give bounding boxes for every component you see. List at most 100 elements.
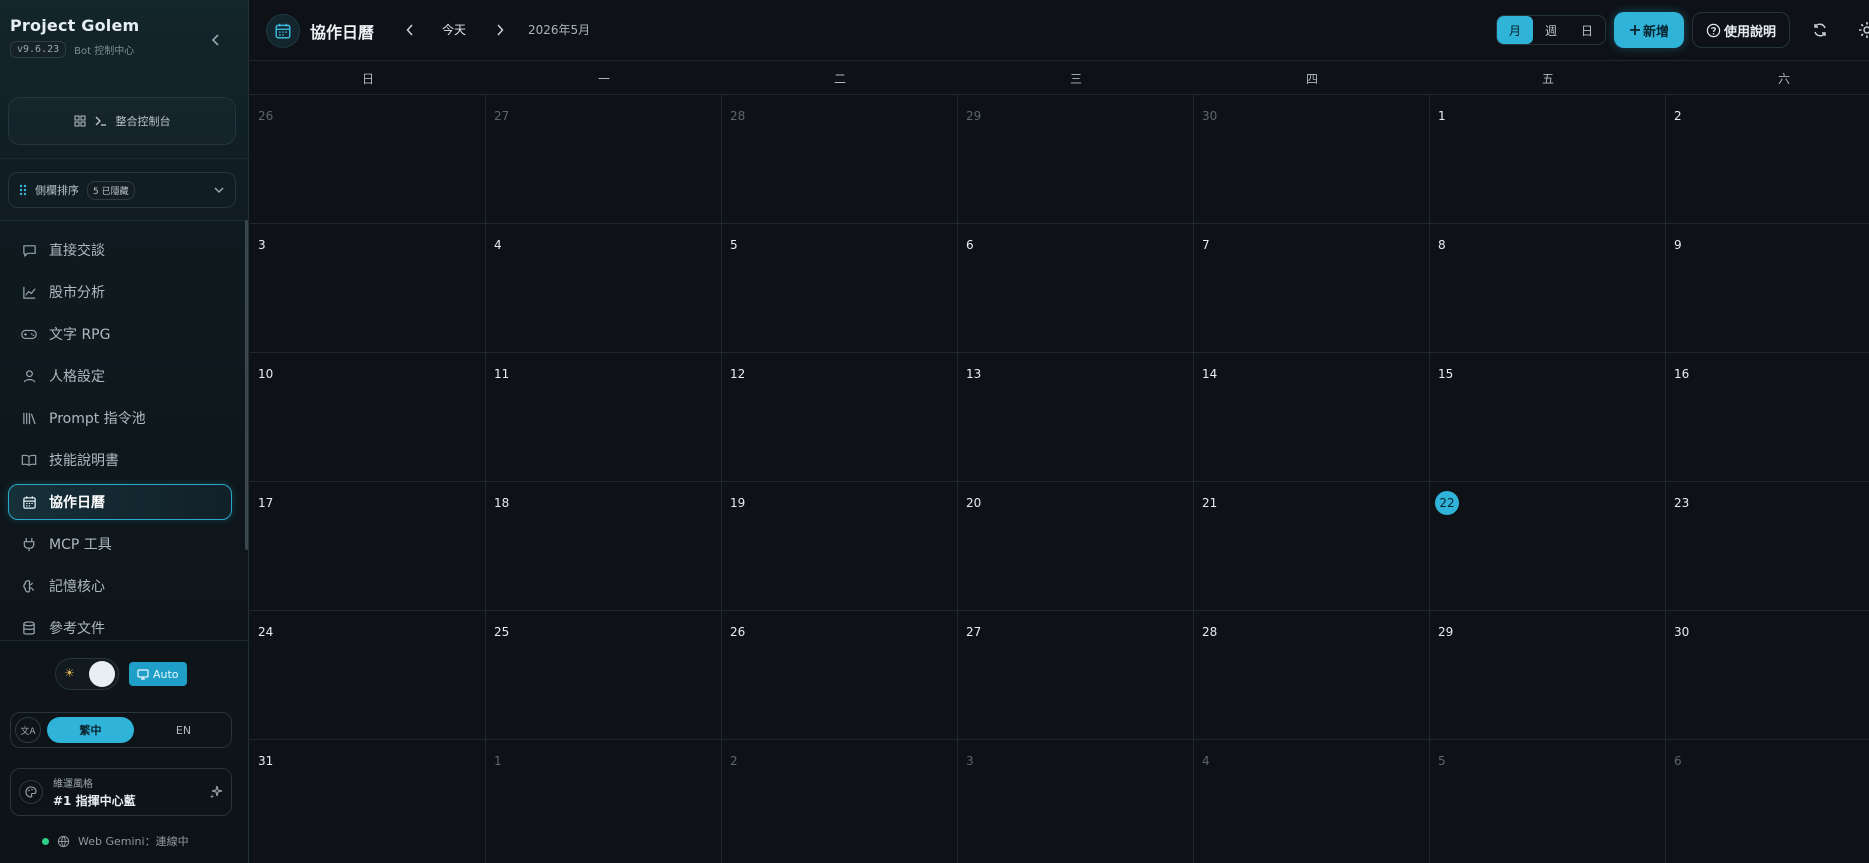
day-number: 21 — [1202, 496, 1218, 510]
day-cell[interactable]: 25 — [486, 611, 722, 740]
day-cell[interactable]: 21 — [1194, 482, 1430, 611]
gamepad-icon — [21, 326, 37, 342]
day-number: 30 — [1674, 625, 1690, 639]
ops-style-selector[interactable]: 維運風格 #1 指揮中心藍 — [10, 768, 232, 816]
day-number: 6 — [1674, 754, 1682, 768]
view-switch: 月 週 日 — [1496, 15, 1606, 45]
day-cell[interactable]: 17 — [250, 482, 486, 611]
prev-month-button[interactable] — [402, 20, 418, 40]
view-week-button[interactable]: 週 — [1533, 16, 1569, 44]
day-number: 29 — [966, 109, 982, 123]
day-cell[interactable]: 15 — [1430, 353, 1666, 482]
refresh-button[interactable] — [1810, 20, 1830, 40]
day-cell[interactable]: 29 — [1430, 611, 1666, 740]
view-day-button[interactable]: 日 — [1569, 16, 1605, 44]
day-cell[interactable]: 20 — [958, 482, 1194, 611]
day-cell[interactable]: 8 — [1430, 224, 1666, 353]
library-icon — [21, 410, 37, 426]
sidebar-item-prompt[interactable]: Prompt 指令池 — [8, 400, 232, 436]
sidebar-item-memory[interactable]: 記憶核心 — [8, 568, 232, 604]
help-circle-icon — [1706, 23, 1721, 37]
add-event-button[interactable]: 新增 — [1614, 12, 1684, 48]
sidebar-item-mcp[interactable]: MCP 工具 — [8, 526, 232, 562]
day-cell[interactable]: 2 — [722, 740, 958, 863]
day-cell[interactable]: 16 — [1666, 353, 1869, 482]
theme-auto-button[interactable]: Auto — [129, 662, 187, 686]
day-cell[interactable]: 11 — [486, 353, 722, 482]
sidebar-scrollbar[interactable] — [245, 220, 248, 550]
sidebar-item-persona[interactable]: 人格設定 — [8, 358, 232, 394]
next-month-button[interactable] — [492, 20, 508, 40]
today-button[interactable]: 今天 — [442, 21, 466, 38]
day-number: 28 — [730, 109, 746, 123]
brand: Project Golem v9.6.23 Bot 控制中心 — [10, 16, 139, 58]
day-cell[interactable]: 28 — [722, 95, 958, 224]
day-number: 23 — [1674, 496, 1690, 510]
lang-option-en[interactable]: EN — [140, 717, 227, 743]
divider — [0, 640, 249, 641]
theme-toggle[interactable]: ☀ — [55, 658, 119, 690]
day-number: 3 — [258, 238, 266, 252]
day-cell[interactable]: 18 — [486, 482, 722, 611]
day-number: 28 — [1202, 625, 1218, 639]
sidebar-order-toggle[interactable]: 側欄排序 5 已隱藏 — [8, 172, 236, 208]
calendar-toolbar: 協作日曆 今天 2026年5月 月 週 日 新增 使用說明 — [250, 0, 1869, 61]
day-cell[interactable]: 1 — [1430, 95, 1666, 224]
day-cell[interactable]: 12 — [722, 353, 958, 482]
weekday-label: 四 — [1305, 71, 1318, 86]
settings-button[interactable] — [1857, 20, 1869, 40]
day-number: 5 — [730, 238, 738, 252]
sidebar-item-label: 協作日曆 — [49, 495, 105, 511]
day-cell[interactable]: 26 — [250, 95, 486, 224]
day-cell[interactable]: 6 — [1666, 740, 1869, 863]
sidebar-item-chat[interactable]: 直接交談 — [8, 232, 232, 268]
book-icon — [21, 452, 37, 468]
day-cell[interactable]: 2 — [1666, 95, 1869, 224]
sidebar-item-calendar[interactable]: 協作日曆 — [8, 484, 232, 520]
month-grid: 26 27 28 29 30 1 2 3 4 5 6 7 8 9 10 11 12 13 14 15 16 17 18 19 2… — [250, 95, 1869, 863]
weekday-label: 六 — [1777, 71, 1790, 86]
day-cell[interactable]: 19 — [722, 482, 958, 611]
day-cell[interactable]: 6 — [958, 224, 1194, 353]
console-button[interactable]: 整合控制台 — [8, 97, 236, 145]
day-cell[interactable]: 7 — [1194, 224, 1430, 353]
day-cell[interactable]: 13 — [958, 353, 1194, 482]
day-cell[interactable]: 3 — [250, 224, 486, 353]
day-number: 2 — [1674, 109, 1682, 123]
day-cell[interactable]: 30 — [1194, 95, 1430, 224]
day-cell[interactable]: 28 — [1194, 611, 1430, 740]
sidebar-item-stock[interactable]: 股市分析 — [8, 274, 232, 310]
day-cell[interactable]: 10 — [250, 353, 486, 482]
day-cell[interactable]: 23 — [1666, 482, 1869, 611]
day-cell[interactable]: 27 — [958, 611, 1194, 740]
day-cell[interactable]: 26 — [722, 611, 958, 740]
status-dot — [42, 837, 49, 845]
day-cell[interactable]: 14 — [1194, 353, 1430, 482]
day-cell[interactable]: 29 — [958, 95, 1194, 224]
day-cell[interactable]: 5 — [1430, 740, 1666, 863]
day-number: 5 — [1438, 754, 1446, 768]
collapse-sidebar-button[interactable] — [206, 30, 226, 50]
day-cell[interactable]: 1 — [486, 740, 722, 863]
day-cell[interactable]: 31 — [250, 740, 486, 863]
view-month-button[interactable]: 月 — [1497, 16, 1533, 44]
toggle-knob — [89, 661, 115, 687]
day-cell[interactable]: 3 — [958, 740, 1194, 863]
day-cell-today[interactable]: 22 — [1430, 482, 1666, 611]
help-button[interactable]: 使用說明 — [1692, 12, 1790, 48]
lang-option-zh[interactable]: 繁中 — [47, 717, 134, 743]
day-cell[interactable]: 4 — [1194, 740, 1430, 863]
sidebar-item-skills[interactable]: 技能說明書 — [8, 442, 232, 478]
day-number: 13 — [966, 367, 982, 381]
day-cell[interactable]: 4 — [486, 224, 722, 353]
day-cell[interactable]: 9 — [1666, 224, 1869, 353]
chevron-right-icon — [497, 24, 504, 36]
theme-controls: ☀ Auto — [55, 658, 187, 690]
day-cell[interactable]: 5 — [722, 224, 958, 353]
sidebar-item-rpg[interactable]: 文字 RPG — [8, 316, 232, 352]
day-cell[interactable]: 30 — [1666, 611, 1869, 740]
language-switch: 文A 繁中 EN — [10, 712, 232, 748]
day-cell[interactable]: 24 — [250, 611, 486, 740]
drag-handle-icon — [19, 184, 27, 196]
day-cell[interactable]: 27 — [486, 95, 722, 224]
